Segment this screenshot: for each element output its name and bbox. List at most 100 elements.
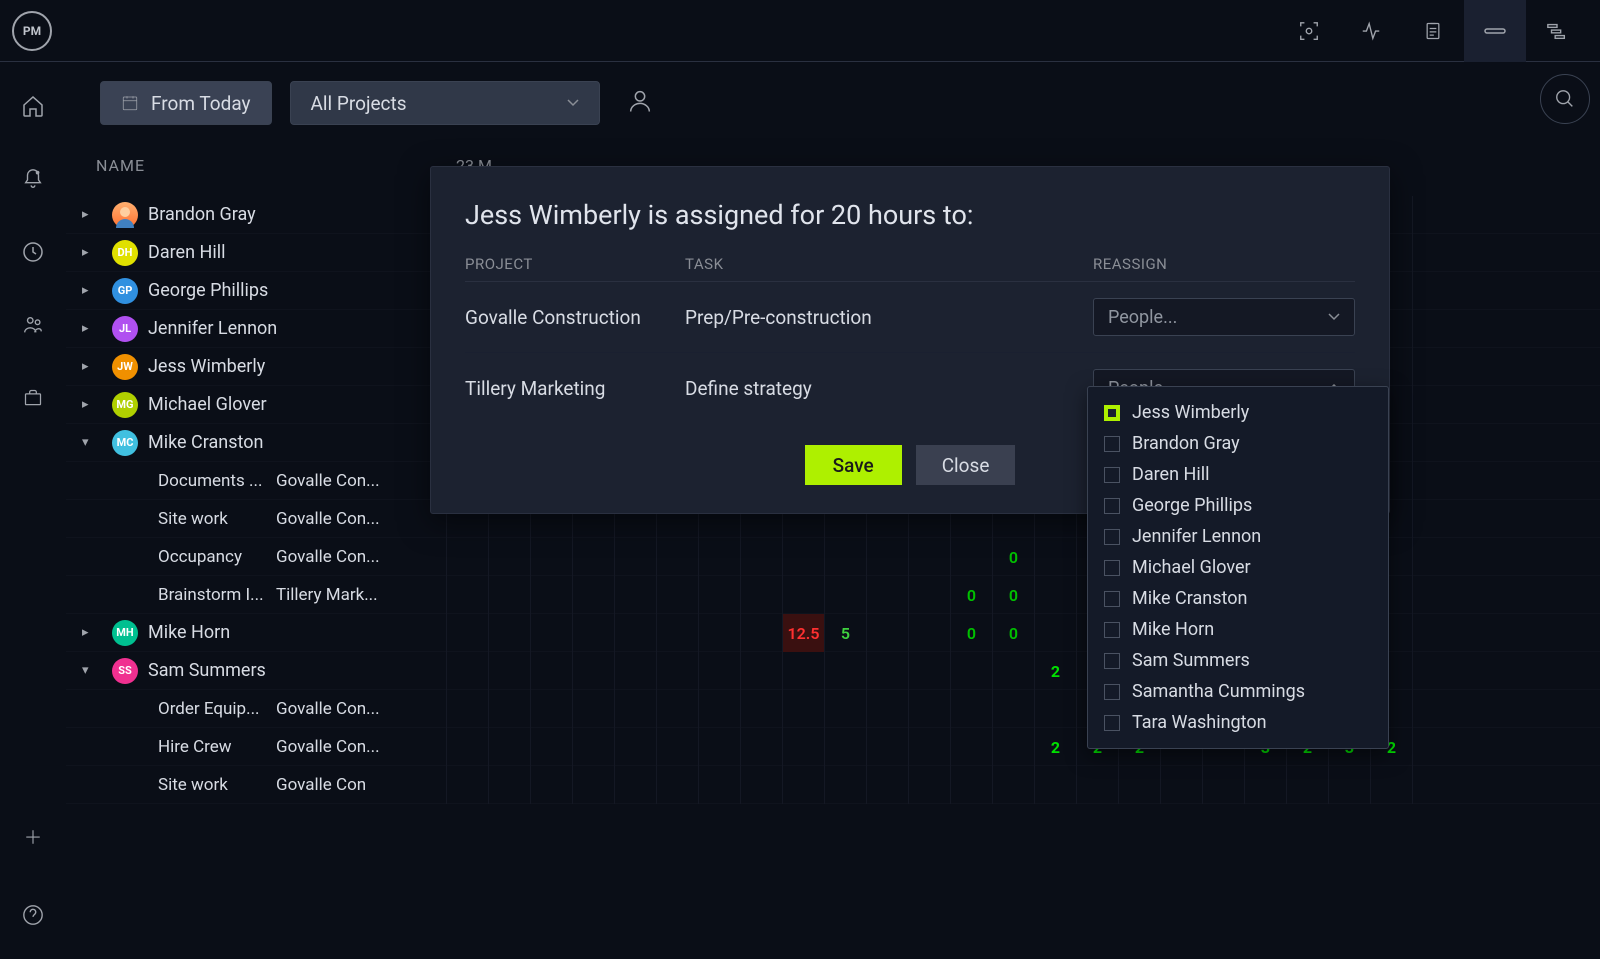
bell-icon[interactable] <box>19 165 47 193</box>
help-icon[interactable] <box>19 901 47 929</box>
activity-icon[interactable] <box>1340 0 1402 62</box>
grid-cell[interactable] <box>866 576 908 614</box>
gantt-icon[interactable] <box>1526 0 1588 62</box>
grid-cell[interactable] <box>446 766 488 804</box>
grid-cell[interactable] <box>1034 766 1076 804</box>
grid-cell[interactable] <box>572 690 614 728</box>
people-icon[interactable] <box>19 311 47 339</box>
grid-cell[interactable] <box>992 690 1034 728</box>
grid-cell[interactable] <box>698 728 740 766</box>
grid-cell[interactable] <box>656 614 698 652</box>
grid-cell[interactable] <box>1412 386 1454 424</box>
grid-cell[interactable] <box>824 690 866 728</box>
checkbox[interactable] <box>1104 653 1120 669</box>
grid-cell[interactable] <box>488 614 530 652</box>
grid-cell[interactable] <box>740 728 782 766</box>
grid-cell[interactable] <box>782 652 824 690</box>
people-option[interactable]: Michael Glover <box>1088 552 1388 583</box>
save-button[interactable]: Save <box>805 445 902 485</box>
people-option[interactable]: Sam Summers <box>1088 645 1388 676</box>
grid-cell[interactable] <box>698 576 740 614</box>
grid-cell[interactable] <box>530 690 572 728</box>
grid-cell[interactable] <box>824 766 866 804</box>
grid-cell[interactable] <box>824 728 866 766</box>
grid-cell[interactable]: 0 <box>992 614 1034 652</box>
grid-cell[interactable] <box>572 652 614 690</box>
grid-cell[interactable] <box>614 652 656 690</box>
checkbox[interactable] <box>1104 715 1120 731</box>
grid-cell[interactable] <box>1412 538 1454 576</box>
people-option[interactable]: George Phillips <box>1088 490 1388 521</box>
checkbox[interactable] <box>1104 498 1120 514</box>
grid-cell[interactable] <box>1412 690 1454 728</box>
people-option[interactable]: Brandon Gray <box>1088 428 1388 459</box>
grid-cell[interactable] <box>530 766 572 804</box>
grid-cell[interactable] <box>1412 272 1454 310</box>
grid-cell[interactable] <box>446 652 488 690</box>
grid-cell[interactable] <box>1034 614 1076 652</box>
grid-cell[interactable] <box>572 614 614 652</box>
grid-cell[interactable] <box>698 690 740 728</box>
grid-cell[interactable] <box>656 690 698 728</box>
grid-cell[interactable] <box>866 538 908 576</box>
grid-cell[interactable] <box>1328 766 1370 804</box>
grid-cell[interactable] <box>950 690 992 728</box>
grid-cell[interactable] <box>782 690 824 728</box>
grid-cell[interactable] <box>698 652 740 690</box>
checkbox[interactable] <box>1104 684 1120 700</box>
grid-cell[interactable] <box>1412 728 1454 766</box>
grid-cell[interactable] <box>530 538 572 576</box>
grid-cell[interactable] <box>446 614 488 652</box>
grid-cell[interactable] <box>908 614 950 652</box>
grid-cell[interactable] <box>1034 538 1076 576</box>
grid-cell[interactable] <box>950 538 992 576</box>
grid-cell[interactable] <box>908 652 950 690</box>
grid-cell[interactable] <box>446 690 488 728</box>
clipboard-icon[interactable] <box>1402 0 1464 62</box>
grid-cell[interactable] <box>740 766 782 804</box>
grid-cell[interactable]: 2 <box>1034 652 1076 690</box>
grid-cell[interactable]: 0 <box>950 576 992 614</box>
grid-cell[interactable] <box>992 728 1034 766</box>
grid-cell[interactable] <box>866 690 908 728</box>
expand-chevron-icon[interactable]: ▸ <box>82 245 102 260</box>
grid-cell[interactable] <box>782 576 824 614</box>
grid-cell[interactable] <box>572 538 614 576</box>
grid-cell[interactable] <box>1034 576 1076 614</box>
grid-cell[interactable] <box>446 576 488 614</box>
checkbox[interactable] <box>1104 529 1120 545</box>
grid-cell[interactable] <box>1412 500 1454 538</box>
people-option[interactable]: Jennifer Lennon <box>1088 521 1388 552</box>
search-button[interactable] <box>1540 74 1590 124</box>
grid-cell[interactable] <box>488 728 530 766</box>
expand-chevron-icon[interactable]: ▾ <box>82 435 102 450</box>
projects-dropdown[interactable]: All Projects <box>290 81 600 125</box>
expand-chevron-icon[interactable]: ▸ <box>82 321 102 336</box>
grid-cell[interactable] <box>782 766 824 804</box>
grid-cell[interactable] <box>1244 766 1286 804</box>
resource-icon[interactable] <box>1464 0 1526 62</box>
grid-cell[interactable] <box>740 652 782 690</box>
grid-cell[interactable] <box>698 766 740 804</box>
grid-cell[interactable] <box>1412 462 1454 500</box>
grid-cell[interactable] <box>1286 766 1328 804</box>
grid-cell[interactable] <box>908 576 950 614</box>
grid-cell[interactable] <box>572 728 614 766</box>
checkbox[interactable] <box>1104 591 1120 607</box>
people-option[interactable]: Mike Horn <box>1088 614 1388 645</box>
grid-cell[interactable] <box>824 652 866 690</box>
grid-cell[interactable] <box>1160 766 1202 804</box>
grid-cell[interactable] <box>1412 348 1454 386</box>
people-option[interactable]: Tara Washington <box>1088 707 1388 738</box>
reassign-select[interactable]: People... <box>1093 298 1355 336</box>
people-option[interactable]: Jess Wimberly <box>1088 397 1388 428</box>
grid-cell[interactable] <box>740 576 782 614</box>
grid-cell[interactable] <box>1412 196 1454 234</box>
expand-chevron-icon[interactable]: ▸ <box>82 359 102 374</box>
user-filter-icon[interactable] <box>626 87 654 119</box>
grid-cell[interactable] <box>656 728 698 766</box>
grid-cell[interactable] <box>698 538 740 576</box>
grid-cell[interactable] <box>614 766 656 804</box>
grid-cell[interactable] <box>866 766 908 804</box>
close-button[interactable]: Close <box>916 445 1016 485</box>
